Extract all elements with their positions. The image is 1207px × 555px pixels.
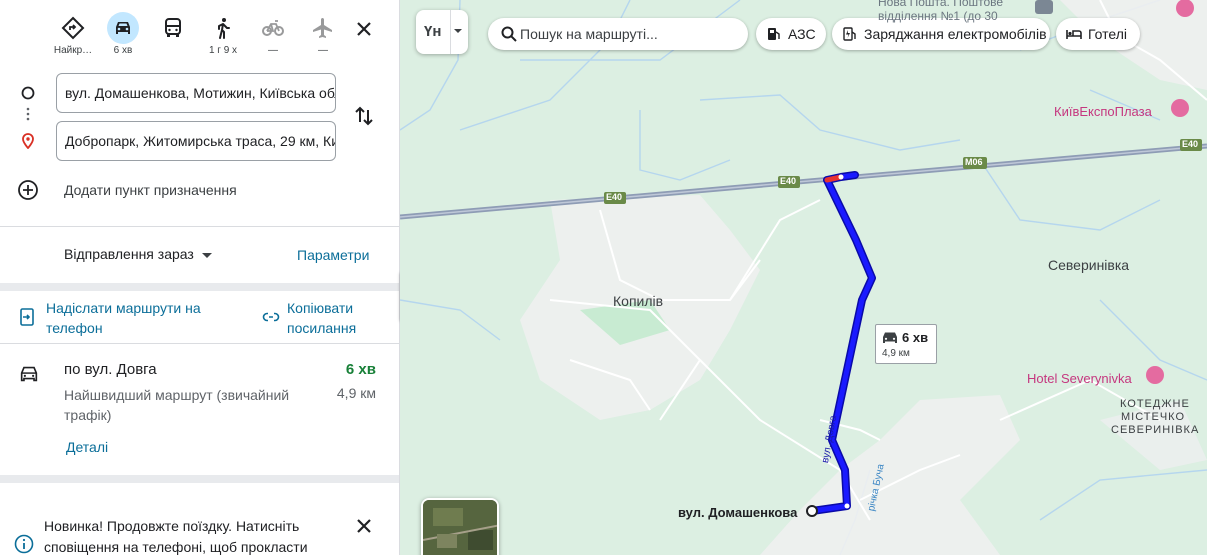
- chip-gas-stations[interactable]: АЗС: [756, 18, 826, 50]
- plane-icon: [307, 12, 339, 44]
- maps-directions-app: Найкр… 6 хв 1 г 9 х — — вул. Домашенкова…: [0, 0, 1207, 555]
- route-time: 6 хв: [345, 361, 376, 378]
- origin-field[interactable]: вул. Домашенкова, Мотижин, Київська обла…: [56, 73, 336, 113]
- depart-now-dropdown[interactable]: Відправлення зараз: [64, 246, 212, 262]
- search-icon: [501, 26, 517, 42]
- link-icon: [262, 312, 280, 322]
- m06-shield-label: M06: [965, 157, 983, 167]
- destination-pin-icon: [22, 133, 34, 149]
- close-directions-button[interactable]: [352, 17, 376, 41]
- info-icon: [14, 534, 34, 554]
- poi-label-nova-poshta[interactable]: Нова Пошта. Поштове: [878, 0, 1003, 9]
- origin-circle-icon: [21, 86, 35, 100]
- mode-flight[interactable]: —: [298, 10, 348, 62]
- caret-down-icon: [201, 252, 212, 258]
- destination-field[interactable]: Добропарк, Житомирська траса, 29 км, Киї…: [56, 121, 336, 161]
- route-search-input[interactable]: [520, 24, 735, 44]
- promo-text: Новинка! Продовжте поїздку. Натисніть сп…: [44, 518, 308, 555]
- chip-hotels-label: Готелі: [1088, 26, 1127, 42]
- route-title: по вул. Довга: [64, 361, 157, 378]
- caret-down-icon: [454, 29, 462, 33]
- divider: [450, 10, 451, 54]
- close-icon: [357, 22, 371, 36]
- origin-pin-label: вул. Домашенкова: [678, 505, 798, 520]
- map-language-toggle[interactable]: Үн: [416, 10, 468, 54]
- promo-banner: Новинка! Продовжте поїздку. Натисніть сп…: [0, 492, 399, 555]
- best-route-icon: [57, 12, 89, 44]
- e40-shield-label: E40: [1182, 139, 1199, 149]
- origin-marker: [806, 505, 818, 517]
- poi-label-nova-poshta-2: відділення №1 (до 30: [878, 9, 998, 23]
- settlement-areas: [520, 0, 1207, 555]
- divider: [0, 343, 399, 344]
- route-option[interactable]: по вул. Довга 6 хв Найшвидший маршрут (з…: [0, 345, 399, 475]
- language-label: Үн: [424, 23, 442, 40]
- place-label-severynivka[interactable]: Северинівка: [1048, 257, 1129, 273]
- car-icon: [883, 332, 897, 343]
- mode-transit[interactable]: [148, 10, 198, 62]
- area-label-line: КОТЕДЖНЕ: [1120, 398, 1190, 410]
- section-divider: [0, 283, 399, 291]
- dismiss-promo-button[interactable]: [352, 514, 376, 538]
- area-label-line: СЕВЕРИНІВКА: [1111, 424, 1200, 436]
- mode-flight-label: —: [318, 45, 328, 56]
- e40-shield-label: E40: [606, 192, 623, 202]
- ev-charging-icon: [843, 27, 856, 41]
- close-icon: [357, 519, 371, 533]
- copy-link-label: Копіювати посилання: [287, 300, 357, 336]
- map-canvas[interactable]: E40 E40 M06 E40 Үн АЗС Заряджання електр…: [400, 0, 1207, 555]
- route-search-box[interactable]: [488, 18, 748, 50]
- mode-walk[interactable]: 1 г 9 х: [198, 10, 248, 62]
- chip-hotels[interactable]: Готелі: [1056, 18, 1140, 50]
- bus-icon: [157, 12, 189, 44]
- satellite-layer-toggle[interactable]: [421, 498, 499, 555]
- callout-distance: 4,9 км: [882, 348, 910, 359]
- directions-panel: Найкр… 6 хв 1 г 9 х — — вул. Домашенкова…: [0, 0, 400, 555]
- swap-icon: [355, 106, 373, 126]
- depart-label: Відправлення зараз: [64, 246, 194, 262]
- travel-mode-bar: Найкр… 6 хв 1 г 9 х — —: [48, 10, 388, 62]
- car-icon: [107, 12, 139, 44]
- gas-station-icon: [768, 28, 780, 40]
- area-label-line: МІСТЕЧКО: [1121, 411, 1186, 423]
- satellite-thumbnail: [423, 500, 497, 555]
- bike-icon: [257, 12, 289, 44]
- mode-bike[interactable]: —: [248, 10, 298, 62]
- route-time-callout[interactable]: 6 хв 4,9 км: [875, 324, 937, 364]
- dots-icon: [26, 107, 30, 121]
- mode-car-label: 6 хв: [113, 45, 133, 56]
- mode-walk-label: 1 г 9 х: [208, 45, 238, 56]
- hotel-bed-icon: [1066, 30, 1082, 39]
- route-details-link[interactable]: Деталі: [66, 439, 108, 455]
- add-destination-label: Додати пункт призначення: [64, 182, 237, 198]
- route-distance: 4,9 км: [336, 385, 376, 401]
- divider: [0, 226, 399, 227]
- mode-best[interactable]: Найкр…: [48, 10, 98, 62]
- add-circle-icon: [18, 180, 38, 200]
- callout-time: 6 хв: [902, 330, 929, 345]
- swap-button[interactable]: [352, 104, 376, 128]
- chip-ev-label: Заряджання електромобілів: [864, 26, 1047, 42]
- send-to-phone-icon: [20, 308, 34, 326]
- map-graphics: [400, 0, 1207, 555]
- poi-label-hotel[interactable]: Hotel Severynivka: [1027, 371, 1132, 386]
- route-description: Найшвидший маршрут (звичайний трафік): [64, 387, 290, 423]
- parameters-button[interactable]: Параметри: [297, 247, 369, 263]
- section-divider: [0, 475, 399, 483]
- streams: [400, 0, 1207, 555]
- add-destination-button[interactable]: Додати пункт призначення: [16, 176, 346, 204]
- place-label-kopyliv[interactable]: Копилів: [613, 293, 663, 309]
- send-to-phone-label: Надіслати маршрути на телефон: [46, 300, 201, 336]
- mode-best-label: Найкр…: [53, 45, 93, 56]
- walk-icon: [207, 12, 239, 44]
- poi-label-expoplaza[interactable]: КиївЕкспоПлаза: [1054, 104, 1152, 119]
- mode-bike-label: —: [268, 45, 278, 56]
- car-icon: [20, 366, 38, 382]
- e40-shield-label: E40: [780, 176, 797, 186]
- chip-gas-label: АЗС: [788, 26, 816, 42]
- route-end-dot: [838, 174, 844, 180]
- mode-car[interactable]: 6 хв: [98, 10, 148, 62]
